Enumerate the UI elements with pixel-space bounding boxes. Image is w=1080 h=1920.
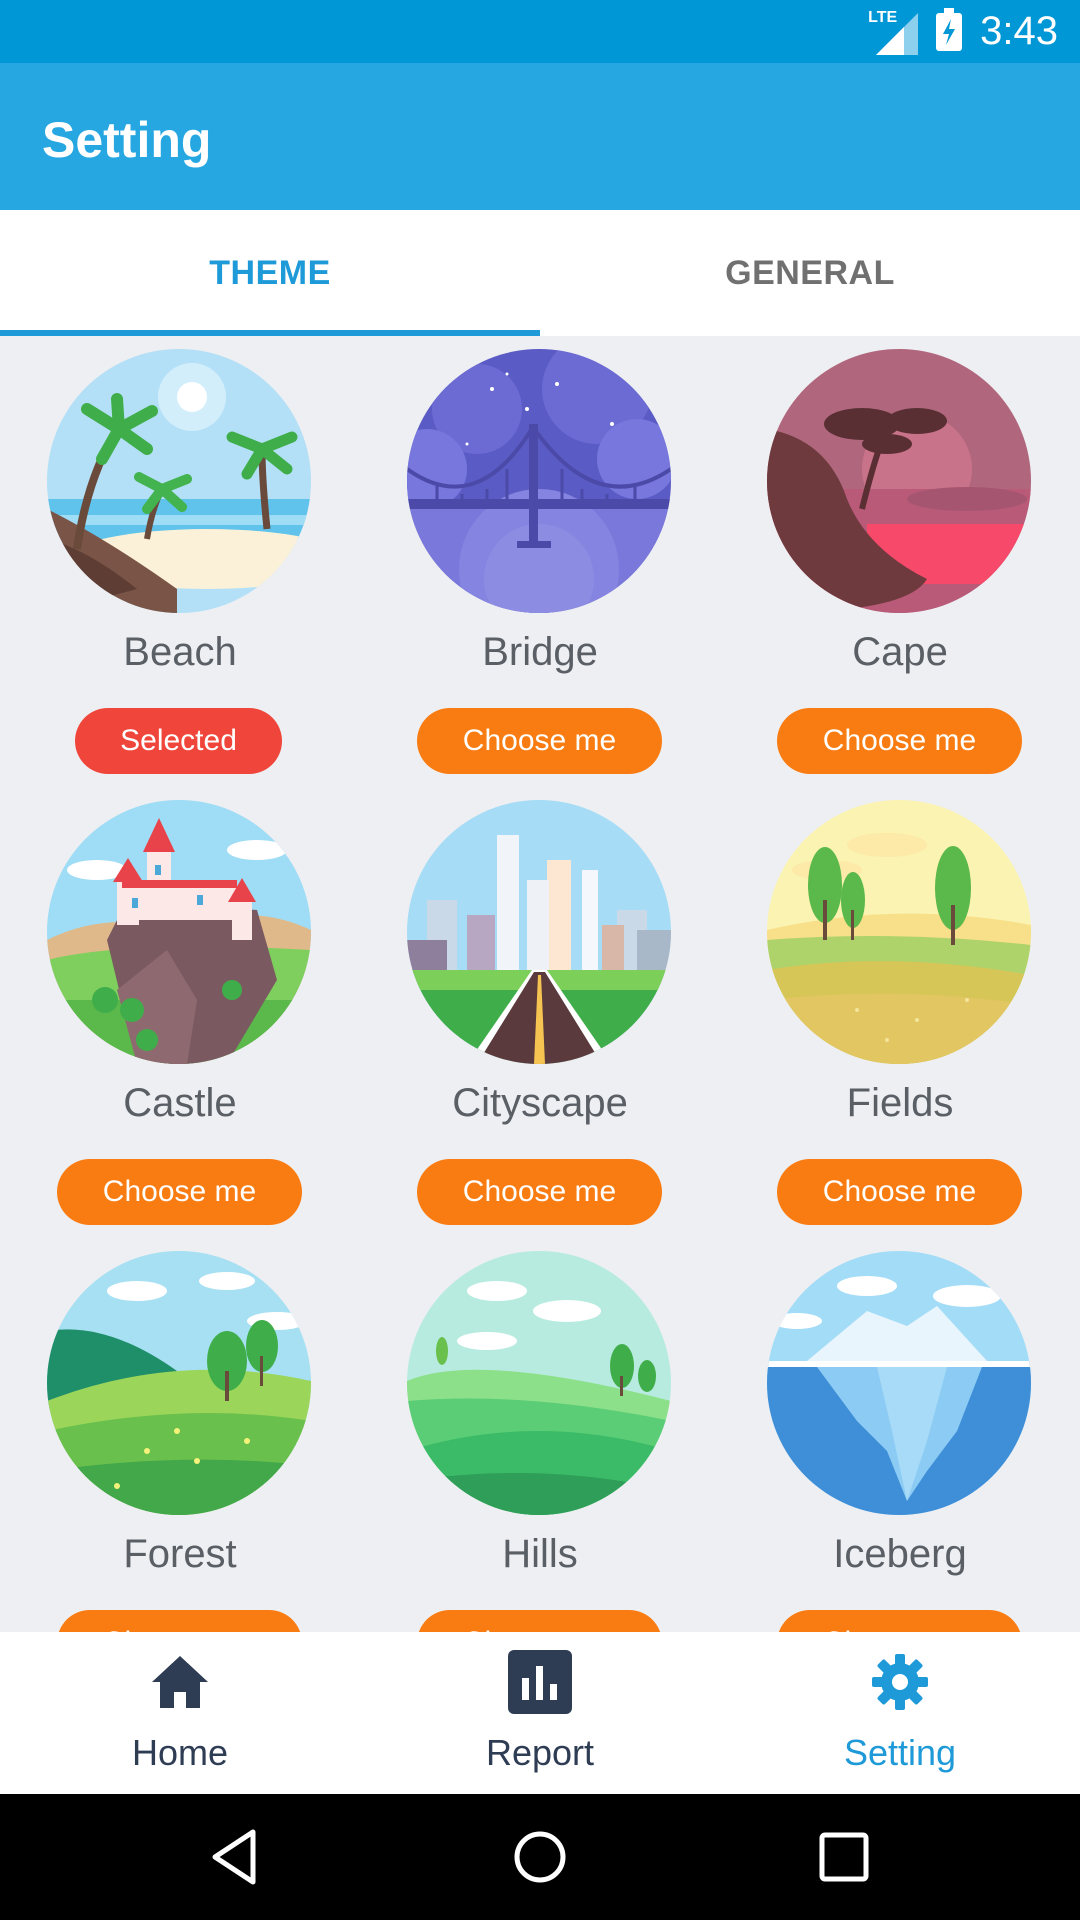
fields-illustration[interactable] (767, 800, 1031, 1064)
castle-illustration[interactable] (47, 800, 311, 1064)
bridge-illustration[interactable] (407, 349, 671, 613)
theme-card-forest: Forest Choose me (0, 1238, 360, 1632)
nav-report[interactable]: Report (360, 1632, 720, 1794)
lte-signal-icon: LTE (868, 8, 919, 55)
status-bar: LTE 3:43 (0, 0, 1080, 63)
choose-button[interactable]: Choose me (777, 1610, 1022, 1632)
selected-button[interactable]: Selected (75, 708, 282, 774)
recents-icon[interactable] (813, 1826, 875, 1888)
theme-name: Forest (123, 1532, 237, 1576)
network-type: LTE (868, 8, 898, 26)
bottom-navigation: Home Report Setting (0, 1632, 1080, 1794)
app-bar: Setting (0, 63, 1080, 210)
tab-general[interactable]: GENERAL (540, 210, 1080, 336)
cape-illustration[interactable] (767, 349, 1031, 613)
nav-label: Home (131, 1732, 229, 1773)
nav-home[interactable]: Home (0, 1632, 360, 1794)
theme-name: Cape (852, 630, 948, 674)
clock: 3:43 (980, 9, 1058, 53)
theme-grid[interactable]: Beach Selected Bridge Choose me Cape Cho… (0, 336, 1080, 1632)
battery-icon (936, 7, 963, 51)
choose-button[interactable]: Choose me (57, 1610, 302, 1632)
beach-illustration[interactable] (47, 349, 311, 613)
theme-card-hills: Hills Choose me (360, 1238, 720, 1632)
home-circle-icon[interactable] (509, 1826, 571, 1888)
theme-card-cityscape: Cityscape Choose me (360, 787, 720, 1238)
choose-button[interactable]: Choose me (417, 708, 662, 774)
theme-card-fields: Fields Choose me (720, 787, 1080, 1238)
cityscape-illustration[interactable] (407, 800, 671, 1064)
iceberg-illustration[interactable] (767, 1251, 1031, 1515)
bar-chart-icon (508, 1650, 572, 1714)
nav-label: Report (485, 1732, 595, 1773)
theme-card-beach: Beach Selected (0, 336, 360, 787)
nav-setting[interactable]: Setting (720, 1632, 1080, 1794)
tab-bar: THEME GENERAL (0, 210, 1080, 336)
theme-name: Beach (123, 630, 237, 674)
choose-button[interactable]: Choose me (417, 1610, 662, 1632)
theme-name: Iceberg (833, 1532, 967, 1576)
system-navigation-bar (0, 1794, 1080, 1920)
tab-theme[interactable]: THEME (0, 210, 540, 336)
choose-button[interactable]: Choose me (57, 1159, 302, 1225)
gear-icon (868, 1650, 932, 1714)
home-icon (148, 1650, 212, 1714)
theme-name: Bridge (482, 630, 598, 674)
nav-label: Setting (843, 1732, 957, 1773)
theme-card-cape: Cape Choose me (720, 336, 1080, 787)
choose-button[interactable]: Choose me (777, 1159, 1022, 1225)
theme-card-castle: Castle Choose me (0, 787, 360, 1238)
theme-name: Hills (502, 1532, 578, 1576)
back-icon[interactable] (205, 1826, 267, 1888)
theme-card-bridge: Bridge Choose me (360, 336, 720, 787)
theme-card-iceberg: Iceberg Choose me (720, 1238, 1080, 1632)
theme-name: Cityscape (452, 1081, 628, 1125)
choose-button[interactable]: Choose me (417, 1159, 662, 1225)
page-title: Setting (42, 112, 212, 168)
theme-name: Fields (846, 1081, 954, 1125)
choose-button[interactable]: Choose me (777, 708, 1022, 774)
theme-name: Castle (123, 1081, 237, 1125)
forest-illustration[interactable] (47, 1251, 311, 1515)
hills-illustration[interactable] (407, 1251, 671, 1515)
